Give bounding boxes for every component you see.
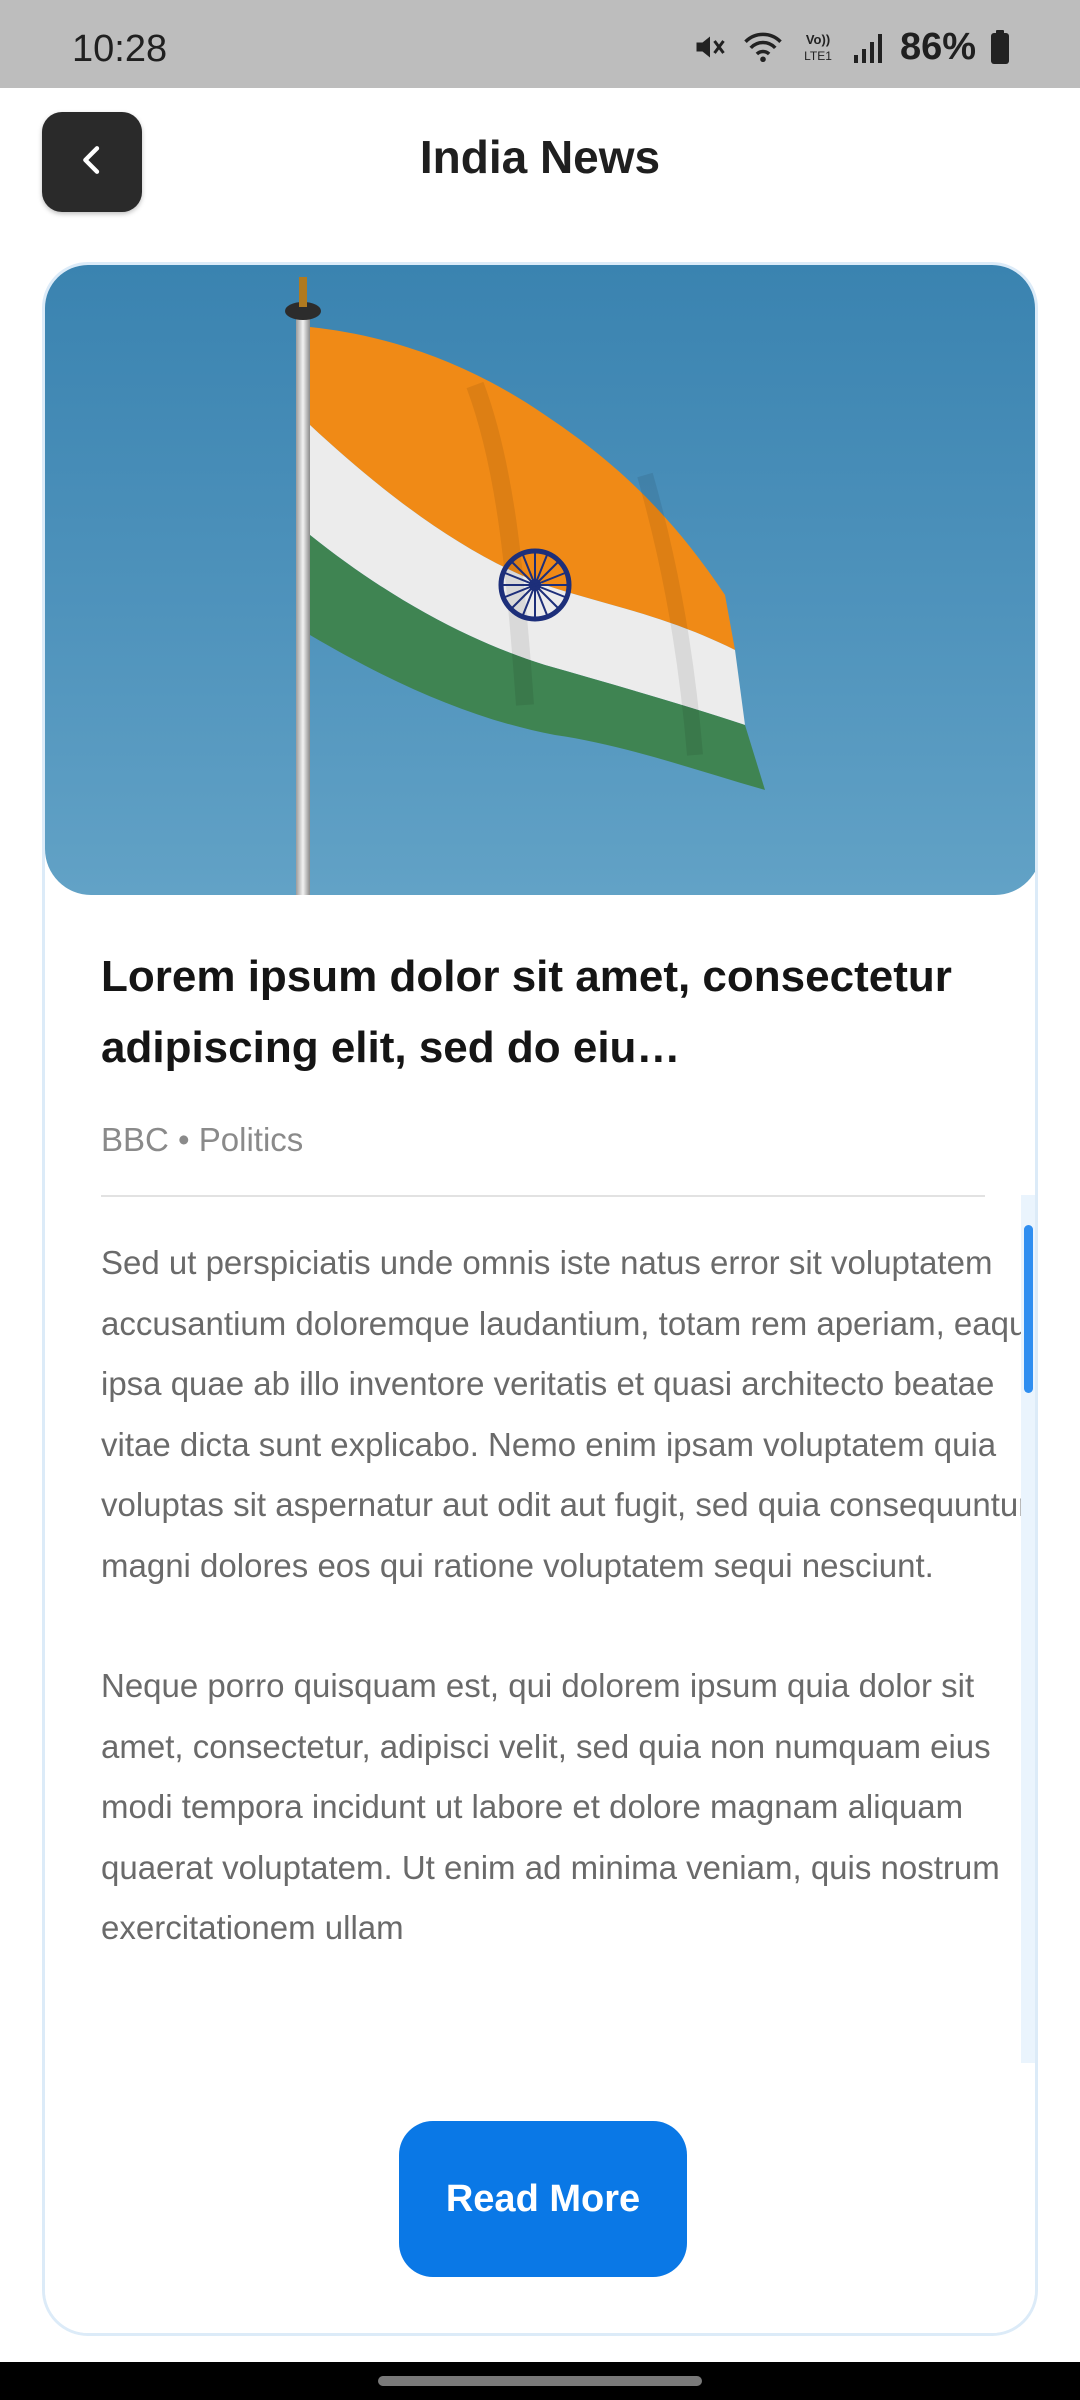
app-header: India News (0, 88, 1080, 238)
article-body: Sed ut perspiciatis unde omnis iste natu… (101, 1233, 1038, 1959)
status-time: 10:28 (72, 28, 168, 70)
article-paragraph: Sed ut perspiciatis unde omnis iste natu… (101, 1244, 1038, 1584)
signal-icon (852, 31, 886, 63)
system-nav-bar (0, 2362, 1080, 2400)
battery-icon (990, 29, 1010, 65)
article-paragraph: Neque porro quisquam est, qui dolorem ip… (101, 1667, 1000, 1946)
svg-text:LTE1: LTE1 (804, 49, 832, 63)
read-more-button[interactable]: Read More (399, 2121, 687, 2277)
battery-level: 86% (899, 26, 976, 68)
svg-text:Vo)): Vo)) (806, 32, 830, 47)
article-category: Politics (198, 1121, 304, 1158)
home-indicator[interactable] (378, 2376, 702, 2386)
article-source: BBC (101, 1121, 169, 1158)
article-meta: BBC • Politics (101, 1123, 303, 1156)
status-icons: Vo)) LTE1 86% (692, 28, 1010, 66)
indian-flag-image (45, 265, 1035, 895)
article-card: Lorem ipsum dolor sit amet, consectetur … (42, 262, 1038, 2336)
meta-separator: • (178, 1121, 190, 1158)
volte-icon: Vo)) LTE1 (798, 29, 838, 65)
status-bar: 10:28 Vo)) LTE1 86% (0, 0, 1080, 88)
divider (101, 1195, 985, 1197)
article-title: Lorem ipsum dolor sit amet, consectetur … (101, 952, 952, 1072)
wifi-icon (742, 29, 784, 65)
mute-icon (692, 29, 728, 65)
scrollbar-thumb[interactable] (1024, 1225, 1033, 1393)
page-title: India News (419, 131, 661, 183)
